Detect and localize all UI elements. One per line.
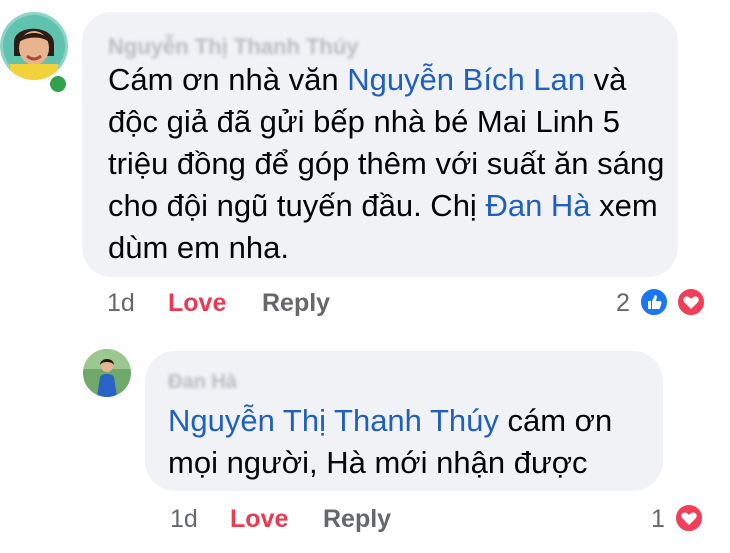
reply-text: Nguyễn Thị Thanh Thúy cám ơn mọi người, … [168,400,653,484]
commenter-avatar[interactable] [0,12,68,80]
comment-author-name[interactable]: Nguyễn Thị Thanh Thúy [108,34,359,60]
love-icon [674,503,704,533]
mention-link[interactable]: Nguyễn Bích Lan [347,62,585,97]
comment-text: Cám ơn nhà văn Nguyễn Bích Lan và độc gi… [108,59,668,269]
reply-author-avatar[interactable] [83,349,131,397]
like-icon [639,287,669,317]
reply-author-name[interactable]: Đan Hà [168,371,237,394]
reply-love-button[interactable]: Love [230,505,288,534]
comment-timestamp[interactable]: 1d [107,289,135,318]
comment-reply-button[interactable]: Reply [262,289,330,318]
comment-love-button[interactable]: Love [168,289,226,318]
comment-text-part: Cám ơn nhà văn [108,62,348,97]
comment-reaction-count[interactable]: 2 [616,289,630,318]
mention-link[interactable]: Nguyễn Thị Thanh Thúy [168,403,499,438]
reply-reply-button[interactable]: Reply [323,505,391,534]
reply-reaction-count[interactable]: 1 [651,505,665,534]
love-icon [676,287,706,317]
reply-timestamp[interactable]: 1d [170,505,198,534]
mention-link[interactable]: Đan Hà [485,188,590,223]
online-status-dot [47,73,69,95]
